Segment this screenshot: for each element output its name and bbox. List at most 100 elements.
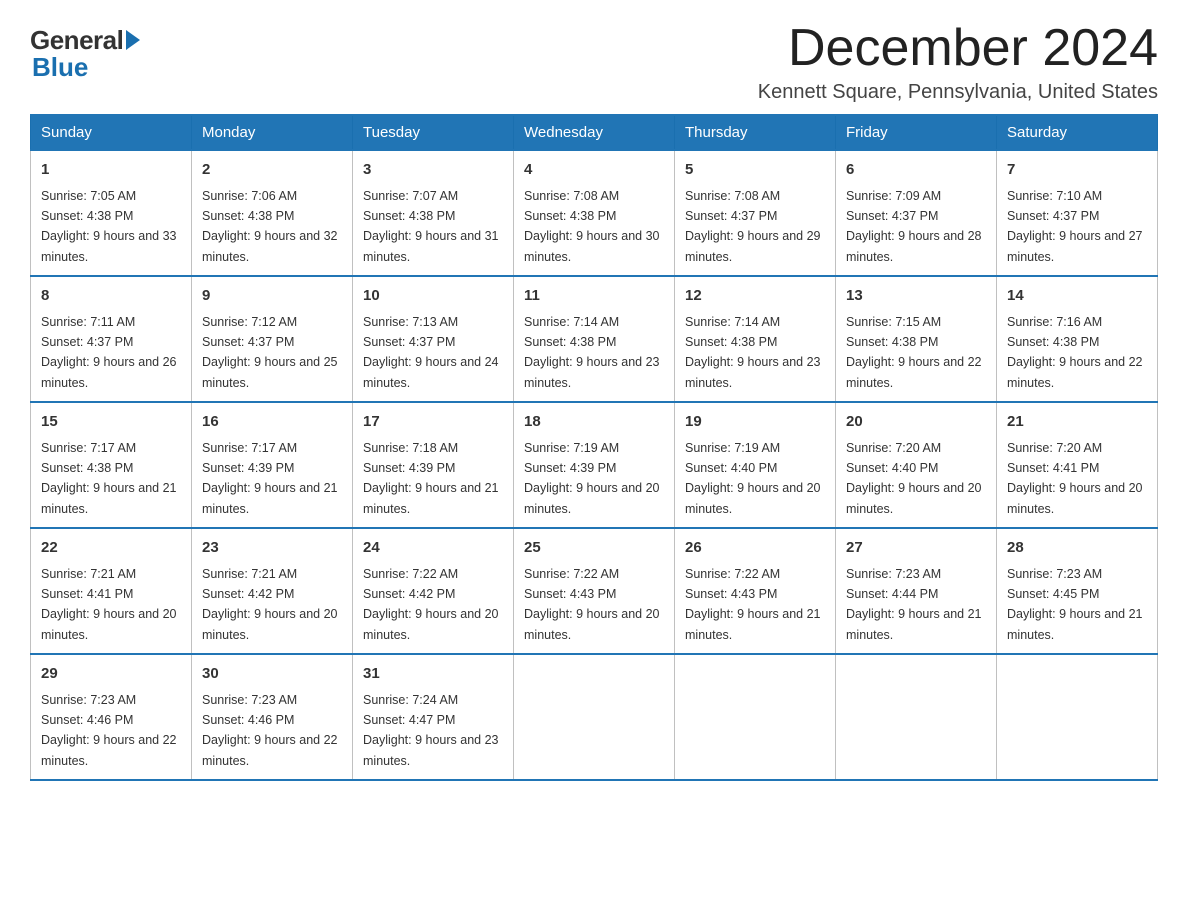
logo-blue-text: Blue — [30, 52, 88, 83]
day-number: 29 — [41, 663, 181, 686]
day-number: 13 — [846, 285, 986, 308]
day-info: Sunrise: 7:22 AMSunset: 4:43 PMDaylight:… — [524, 567, 660, 642]
calendar-table: SundayMondayTuesdayWednesdayThursdayFrid… — [30, 114, 1158, 781]
calendar-week-row: 8 Sunrise: 7:11 AMSunset: 4:37 PMDayligh… — [31, 276, 1158, 402]
calendar-week-row: 1 Sunrise: 7:05 AMSunset: 4:38 PMDayligh… — [31, 150, 1158, 276]
day-info: Sunrise: 7:23 AMSunset: 4:44 PMDaylight:… — [846, 567, 982, 642]
calendar-header-row: SundayMondayTuesdayWednesdayThursdayFrid… — [31, 115, 1158, 150]
calendar-header-wednesday: Wednesday — [514, 115, 675, 150]
day-number: 21 — [1007, 411, 1147, 434]
day-info: Sunrise: 7:13 AMSunset: 4:37 PMDaylight:… — [363, 315, 499, 390]
calendar-cell — [675, 654, 836, 780]
day-info: Sunrise: 7:05 AMSunset: 4:38 PMDaylight:… — [41, 189, 177, 264]
day-info: Sunrise: 7:07 AMSunset: 4:38 PMDaylight:… — [363, 189, 499, 264]
calendar-cell: 11 Sunrise: 7:14 AMSunset: 4:38 PMDaylig… — [514, 276, 675, 402]
calendar-cell: 15 Sunrise: 7:17 AMSunset: 4:38 PMDaylig… — [31, 402, 192, 528]
calendar-cell: 17 Sunrise: 7:18 AMSunset: 4:39 PMDaylig… — [353, 402, 514, 528]
day-number: 31 — [363, 663, 503, 686]
calendar-cell: 23 Sunrise: 7:21 AMSunset: 4:42 PMDaylig… — [192, 528, 353, 654]
day-number: 14 — [1007, 285, 1147, 308]
day-info: Sunrise: 7:18 AMSunset: 4:39 PMDaylight:… — [363, 441, 499, 516]
calendar-cell: 9 Sunrise: 7:12 AMSunset: 4:37 PMDayligh… — [192, 276, 353, 402]
day-number: 12 — [685, 285, 825, 308]
day-number: 17 — [363, 411, 503, 434]
day-info: Sunrise: 7:17 AMSunset: 4:39 PMDaylight:… — [202, 441, 338, 516]
day-number: 5 — [685, 159, 825, 182]
calendar-week-row: 15 Sunrise: 7:17 AMSunset: 4:38 PMDaylig… — [31, 402, 1158, 528]
calendar-cell: 16 Sunrise: 7:17 AMSunset: 4:39 PMDaylig… — [192, 402, 353, 528]
day-info: Sunrise: 7:23 AMSunset: 4:45 PMDaylight:… — [1007, 567, 1143, 642]
day-info: Sunrise: 7:23 AMSunset: 4:46 PMDaylight:… — [41, 693, 177, 768]
day-info: Sunrise: 7:09 AMSunset: 4:37 PMDaylight:… — [846, 189, 982, 264]
calendar-cell: 21 Sunrise: 7:20 AMSunset: 4:41 PMDaylig… — [997, 402, 1158, 528]
day-number: 30 — [202, 663, 342, 686]
day-number: 3 — [363, 159, 503, 182]
day-number: 25 — [524, 537, 664, 560]
day-number: 22 — [41, 537, 181, 560]
day-info: Sunrise: 7:24 AMSunset: 4:47 PMDaylight:… — [363, 693, 499, 768]
day-number: 15 — [41, 411, 181, 434]
day-info: Sunrise: 7:17 AMSunset: 4:38 PMDaylight:… — [41, 441, 177, 516]
day-number: 7 — [1007, 159, 1147, 182]
calendar-cell: 18 Sunrise: 7:19 AMSunset: 4:39 PMDaylig… — [514, 402, 675, 528]
calendar-cell: 19 Sunrise: 7:19 AMSunset: 4:40 PMDaylig… — [675, 402, 836, 528]
calendar-cell: 12 Sunrise: 7:14 AMSunset: 4:38 PMDaylig… — [675, 276, 836, 402]
calendar-header-saturday: Saturday — [997, 115, 1158, 150]
calendar-cell: 8 Sunrise: 7:11 AMSunset: 4:37 PMDayligh… — [31, 276, 192, 402]
day-info: Sunrise: 7:15 AMSunset: 4:38 PMDaylight:… — [846, 315, 982, 390]
calendar-cell: 14 Sunrise: 7:16 AMSunset: 4:38 PMDaylig… — [997, 276, 1158, 402]
calendar-cell: 10 Sunrise: 7:13 AMSunset: 4:37 PMDaylig… — [353, 276, 514, 402]
calendar-cell: 7 Sunrise: 7:10 AMSunset: 4:37 PMDayligh… — [997, 150, 1158, 276]
day-info: Sunrise: 7:22 AMSunset: 4:43 PMDaylight:… — [685, 567, 821, 642]
day-info: Sunrise: 7:06 AMSunset: 4:38 PMDaylight:… — [202, 189, 338, 264]
day-info: Sunrise: 7:11 AMSunset: 4:37 PMDaylight:… — [41, 315, 177, 390]
location-title: Kennett Square, Pennsylvania, United Sta… — [758, 81, 1158, 104]
day-info: Sunrise: 7:20 AMSunset: 4:41 PMDaylight:… — [1007, 441, 1143, 516]
month-title: December 2024 — [758, 20, 1158, 77]
calendar-header-tuesday: Tuesday — [353, 115, 514, 150]
page-header: General Blue December 2024 Kennett Squar… — [30, 20, 1158, 104]
calendar-cell — [997, 654, 1158, 780]
day-number: 16 — [202, 411, 342, 434]
day-number: 11 — [524, 285, 664, 308]
calendar-cell: 13 Sunrise: 7:15 AMSunset: 4:38 PMDaylig… — [836, 276, 997, 402]
calendar-week-row: 22 Sunrise: 7:21 AMSunset: 4:41 PMDaylig… — [31, 528, 1158, 654]
day-info: Sunrise: 7:21 AMSunset: 4:41 PMDaylight:… — [41, 567, 177, 642]
calendar-cell — [836, 654, 997, 780]
calendar-cell: 25 Sunrise: 7:22 AMSunset: 4:43 PMDaylig… — [514, 528, 675, 654]
day-info: Sunrise: 7:19 AMSunset: 4:40 PMDaylight:… — [685, 441, 821, 516]
day-number: 28 — [1007, 537, 1147, 560]
calendar-cell — [514, 654, 675, 780]
calendar-cell: 1 Sunrise: 7:05 AMSunset: 4:38 PMDayligh… — [31, 150, 192, 276]
day-number: 2 — [202, 159, 342, 182]
day-info: Sunrise: 7:12 AMSunset: 4:37 PMDaylight:… — [202, 315, 338, 390]
day-info: Sunrise: 7:14 AMSunset: 4:38 PMDaylight:… — [685, 315, 821, 390]
day-number: 10 — [363, 285, 503, 308]
calendar-cell: 28 Sunrise: 7:23 AMSunset: 4:45 PMDaylig… — [997, 528, 1158, 654]
day-number: 23 — [202, 537, 342, 560]
day-info: Sunrise: 7:20 AMSunset: 4:40 PMDaylight:… — [846, 441, 982, 516]
calendar-cell: 31 Sunrise: 7:24 AMSunset: 4:47 PMDaylig… — [353, 654, 514, 780]
logo: General Blue — [30, 20, 140, 83]
calendar-cell: 24 Sunrise: 7:22 AMSunset: 4:42 PMDaylig… — [353, 528, 514, 654]
calendar-cell: 4 Sunrise: 7:08 AMSunset: 4:38 PMDayligh… — [514, 150, 675, 276]
day-number: 8 — [41, 285, 181, 308]
calendar-header-friday: Friday — [836, 115, 997, 150]
day-info: Sunrise: 7:21 AMSunset: 4:42 PMDaylight:… — [202, 567, 338, 642]
day-info: Sunrise: 7:08 AMSunset: 4:37 PMDaylight:… — [685, 189, 821, 264]
calendar-cell: 5 Sunrise: 7:08 AMSunset: 4:37 PMDayligh… — [675, 150, 836, 276]
calendar-cell: 22 Sunrise: 7:21 AMSunset: 4:41 PMDaylig… — [31, 528, 192, 654]
day-number: 26 — [685, 537, 825, 560]
day-info: Sunrise: 7:19 AMSunset: 4:39 PMDaylight:… — [524, 441, 660, 516]
day-number: 9 — [202, 285, 342, 308]
calendar-header-monday: Monday — [192, 115, 353, 150]
day-number: 6 — [846, 159, 986, 182]
calendar-cell: 6 Sunrise: 7:09 AMSunset: 4:37 PMDayligh… — [836, 150, 997, 276]
logo-arrow-icon — [126, 30, 140, 50]
calendar-header-thursday: Thursday — [675, 115, 836, 150]
calendar-cell: 27 Sunrise: 7:23 AMSunset: 4:44 PMDaylig… — [836, 528, 997, 654]
calendar-cell: 29 Sunrise: 7:23 AMSunset: 4:46 PMDaylig… — [31, 654, 192, 780]
day-info: Sunrise: 7:23 AMSunset: 4:46 PMDaylight:… — [202, 693, 338, 768]
day-info: Sunrise: 7:22 AMSunset: 4:42 PMDaylight:… — [363, 567, 499, 642]
day-number: 18 — [524, 411, 664, 434]
